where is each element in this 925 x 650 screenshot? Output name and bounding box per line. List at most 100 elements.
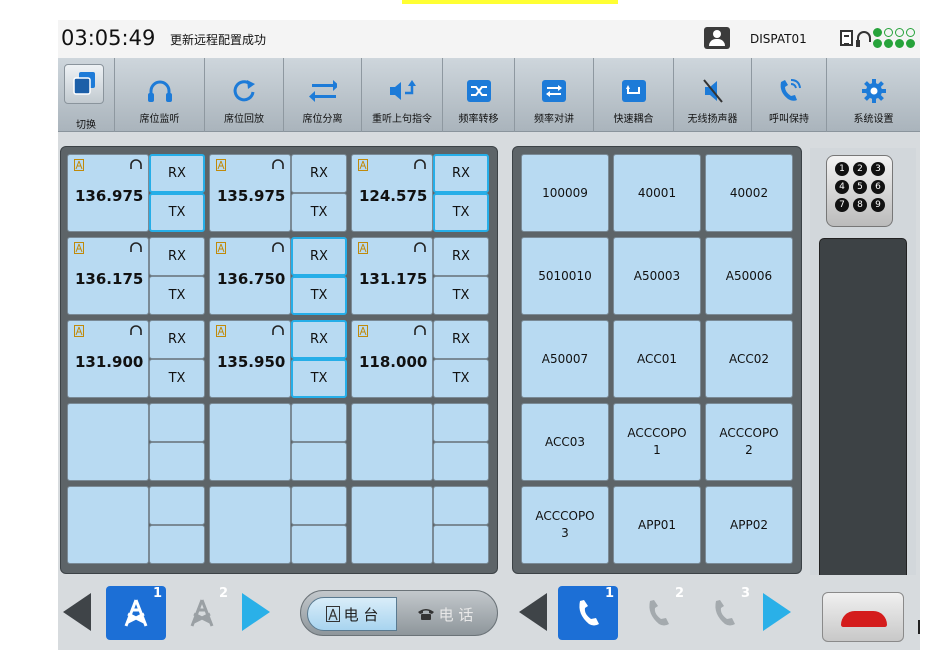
phone-page-2-button[interactable]: 2 [628, 586, 688, 640]
rx-toggle[interactable]: RX [433, 154, 489, 193]
rx-toggle[interactable]: RX [291, 237, 347, 276]
rx-toggle[interactable]: RX [149, 320, 205, 359]
tx-toggle[interactable] [433, 442, 489, 481]
empty-channel-cell[interactable] [209, 486, 291, 564]
rx-toggle[interactable] [291, 403, 347, 442]
dial-keypad-button[interactable]: 123456789 [826, 155, 893, 227]
headset-icon [271, 241, 285, 256]
frequency-intercom-icon [540, 78, 568, 104]
frequency-transfer-button[interactable]: 频率转移 [443, 58, 515, 132]
tx-toggle[interactable]: TX [149, 276, 205, 315]
switch-button[interactable]: 切换 [58, 58, 115, 132]
phone-page-1-button[interactable]: 1 [558, 586, 618, 640]
contact-button[interactable]: 5010010 [521, 237, 609, 315]
rx-toggle[interactable] [149, 403, 205, 442]
system-settings-button[interactable]: 系统设置 [827, 58, 920, 132]
rx-toggle[interactable]: RX [433, 237, 489, 276]
tx-toggle[interactable]: TX [291, 276, 347, 315]
antenna-icon [74, 325, 84, 340]
tx-toggle[interactable]: TX [149, 359, 205, 398]
tx-toggle[interactable] [149, 442, 205, 481]
contact-button[interactable]: ACC01 [613, 320, 701, 398]
tx-toggle[interactable]: TX [149, 193, 205, 232]
contact-button[interactable]: 40002 [705, 154, 793, 232]
empty-channel-cell[interactable] [351, 486, 433, 564]
contact-button[interactable]: APP02 [705, 486, 793, 564]
antenna-icon [216, 242, 226, 257]
tx-toggle[interactable]: TX [433, 359, 489, 398]
contact-button[interactable]: ACCCOPO 2 [705, 403, 793, 481]
headset-icon [413, 241, 427, 256]
tx-toggle[interactable] [433, 525, 489, 564]
rx-toggle[interactable]: RX [433, 320, 489, 359]
phone-icon [715, 600, 735, 626]
top-highlight-bar [402, 0, 618, 4]
radio-page-2-button[interactable]: 2 [172, 586, 232, 640]
rehear-button[interactable]: 重听上句指令 [362, 58, 443, 132]
rx-toggle[interactable] [433, 403, 489, 442]
rx-toggle[interactable]: RX [149, 154, 205, 193]
status-bar: 03:05:49 更新远程配置成功 DISPAT01 [58, 20, 920, 58]
tx-toggle[interactable]: TX [291, 193, 347, 232]
call-hold-icon [775, 78, 803, 104]
rx-toggle[interactable]: RX [291, 154, 347, 193]
user-icon[interactable] [704, 27, 730, 49]
empty-channel-cell[interactable] [209, 403, 291, 481]
seat-monitor-button[interactable]: 席位监听 [115, 58, 205, 132]
empty-channel-cell[interactable] [351, 403, 433, 481]
keypad-icon: 123456789 [835, 162, 885, 212]
contact-button[interactable]: A50007 [521, 320, 609, 398]
radio-mode-button[interactable]: 电 台 [307, 597, 397, 631]
radio-page-next-arrow[interactable] [242, 593, 270, 631]
empty-channel-cell[interactable] [67, 486, 149, 564]
channel-frequency: 118.000 [359, 353, 428, 371]
headset-icon [413, 158, 427, 173]
phone-page-next-arrow[interactable] [763, 593, 791, 631]
rx-toggle[interactable]: RX [291, 320, 347, 359]
contact-button[interactable]: 100009 [521, 154, 609, 232]
channel-frequency: 136.975 [75, 187, 144, 205]
call-hold-button[interactable]: 呼叫保持 [752, 58, 827, 132]
hangup-button[interactable] [822, 592, 904, 642]
tx-toggle[interactable]: TX [433, 193, 489, 232]
seat-separate-button[interactable]: 席位分离 [284, 58, 362, 132]
phone-icon [649, 600, 669, 626]
contact-button[interactable]: ACCCOPO 3 [521, 486, 609, 564]
antenna-icon [358, 325, 368, 340]
wireless-speaker-button[interactable]: 无线扬声器 [674, 58, 752, 132]
rx-toggle[interactable] [433, 486, 489, 525]
tx-toggle[interactable]: TX [291, 359, 347, 398]
document-icon[interactable] [840, 30, 853, 46]
headset-icon [129, 241, 143, 256]
channel-frequency: 135.950 [217, 353, 286, 371]
contact-button[interactable]: APP01 [613, 486, 701, 564]
rx-toggle[interactable] [149, 486, 205, 525]
clock: 03:05:49 [61, 26, 156, 50]
tx-toggle[interactable] [149, 525, 205, 564]
contact-button[interactable]: ACCCOPO 1 [613, 403, 701, 481]
radio-tower-icon [325, 606, 340, 622]
radio-page-1-button[interactable]: 1 [106, 586, 166, 640]
contact-button[interactable]: ACC03 [521, 403, 609, 481]
rx-toggle[interactable]: RX [149, 237, 205, 276]
contact-button[interactable]: ACC02 [705, 320, 793, 398]
tx-toggle[interactable]: TX [433, 276, 489, 315]
rx-toggle[interactable] [291, 486, 347, 525]
contact-button[interactable]: A50006 [705, 237, 793, 315]
mode-switch[interactable]: 电 台 电 话 [300, 590, 498, 636]
antenna-icon [358, 159, 368, 174]
frequency-intercom-button[interactable]: 频率对讲 [515, 58, 594, 132]
radio-page-prev-arrow[interactable] [63, 593, 91, 631]
tx-toggle[interactable] [291, 442, 347, 481]
phone-page-3-button[interactable]: 3 [694, 586, 754, 640]
separate-icon [308, 78, 337, 104]
phone-page-prev-arrow[interactable] [519, 593, 547, 631]
call-display-panel [819, 238, 907, 582]
quick-couple-button[interactable]: 快速耦合 [594, 58, 674, 132]
phone-mode-button[interactable]: 电 话 [399, 597, 491, 631]
seat-replay-button[interactable]: 席位回放 [205, 58, 284, 132]
tx-toggle[interactable] [291, 525, 347, 564]
contact-button[interactable]: 40001 [613, 154, 701, 232]
empty-channel-cell[interactable] [67, 403, 149, 481]
contact-button[interactable]: A50003 [613, 237, 701, 315]
